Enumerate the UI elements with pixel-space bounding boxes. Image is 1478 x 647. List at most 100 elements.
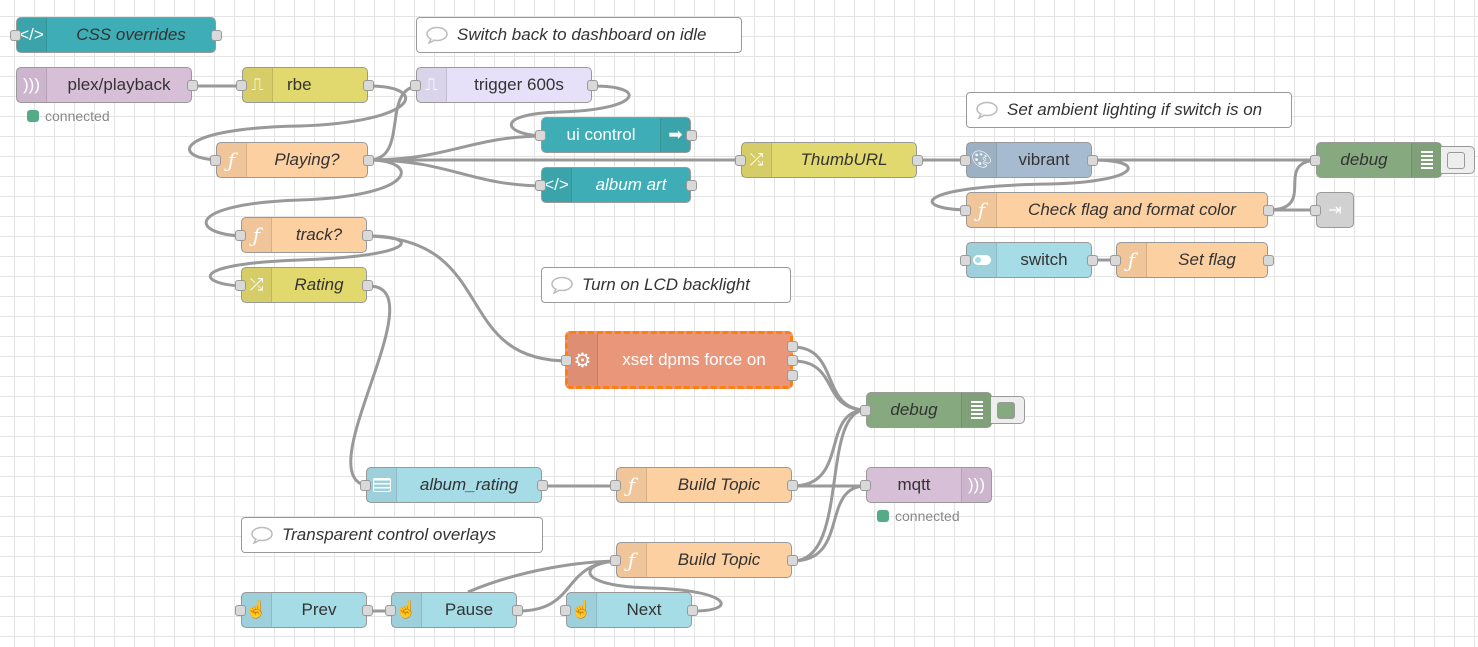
debug-toggle-button[interactable] xyxy=(991,396,1025,424)
output-port[interactable] xyxy=(512,605,523,616)
mqtt-out-node[interactable]: mqtt ))) xyxy=(866,467,992,503)
css-overrides-node[interactable]: </> CSS overrides xyxy=(16,17,216,53)
node-label: Playing? xyxy=(274,150,340,169)
input-port[interactable] xyxy=(210,155,221,166)
debug-node-top[interactable]: debug xyxy=(1316,142,1442,178)
input-port[interactable] xyxy=(385,605,396,616)
output-port[interactable] xyxy=(587,80,598,91)
output-port[interactable] xyxy=(686,180,697,191)
rbe-icon: ⎍ xyxy=(243,68,273,102)
output-port[interactable] xyxy=(686,130,697,141)
pause-button-node[interactable]: ☝ Pause xyxy=(391,592,517,628)
comment-ambient[interactable]: Set ambient lighting if switch is on xyxy=(966,92,1292,128)
album-art-node[interactable]: </> album art xyxy=(541,167,691,203)
xset-exec-node[interactable]: ⚙ xset dpms force on xyxy=(565,331,793,389)
input-port[interactable] xyxy=(410,80,421,91)
comment-icon xyxy=(542,276,582,294)
output-port[interactable] xyxy=(1087,255,1098,266)
vibrant-node[interactable]: 🎨︎ vibrant xyxy=(966,142,1092,178)
plex-status: connected xyxy=(27,108,110,124)
input-port[interactable] xyxy=(360,480,371,491)
set-flag-function-node[interactable]: ƒ Set flag xyxy=(1116,242,1268,278)
input-port[interactable] xyxy=(960,205,971,216)
trigger-node[interactable]: ⎍ trigger 600s xyxy=(416,67,592,103)
input-port[interactable] xyxy=(960,155,971,166)
output-port-2[interactable] xyxy=(787,355,798,366)
node-label: switch xyxy=(1020,250,1068,269)
input-port[interactable] xyxy=(860,405,871,416)
status-dot xyxy=(27,110,39,122)
rating-change-node[interactable]: ⤮ Rating xyxy=(241,267,367,303)
input-port[interactable] xyxy=(235,280,246,291)
output-port[interactable] xyxy=(187,80,198,91)
output-port-3[interactable] xyxy=(787,370,798,381)
shuffle-icon: ⤮ xyxy=(742,143,772,177)
track-function-node[interactable]: ƒ track? xyxy=(241,217,367,253)
input-port[interactable] xyxy=(235,605,246,616)
input-port[interactable] xyxy=(535,180,546,191)
debug-toggle-button[interactable] xyxy=(1441,146,1475,174)
output-port[interactable] xyxy=(362,605,373,616)
input-port[interactable] xyxy=(1110,255,1121,266)
output-port[interactable] xyxy=(211,30,222,41)
output-port[interactable] xyxy=(1263,255,1274,266)
prev-button-node[interactable]: ☝ Prev xyxy=(241,592,367,628)
node-label: trigger 600s xyxy=(474,75,564,94)
output-port[interactable] xyxy=(1263,205,1274,216)
debug-node-bottom[interactable]: debug xyxy=(866,392,992,428)
build-topic-function-node-1[interactable]: ƒ Build Topic xyxy=(616,467,792,503)
output-port[interactable] xyxy=(787,555,798,566)
text-list-icon xyxy=(367,468,397,502)
wire xyxy=(792,359,867,412)
rbe-node[interactable]: ⎍ rbe xyxy=(242,67,368,103)
input-port[interactable] xyxy=(561,355,572,366)
comment-text: Set ambient lighting if switch is on xyxy=(1007,100,1263,119)
output-port[interactable] xyxy=(363,155,374,166)
comment-idle[interactable]: Switch back to dashboard on idle xyxy=(416,17,742,53)
comment-overlays[interactable]: Transparent control overlays xyxy=(241,517,543,553)
output-port[interactable] xyxy=(363,80,374,91)
output-port[interactable] xyxy=(687,605,698,616)
trigger-icon: ⎍ xyxy=(417,68,447,102)
output-port-1[interactable] xyxy=(787,341,798,352)
output-port[interactable] xyxy=(362,230,373,241)
comment-text: Switch back to dashboard on idle xyxy=(457,25,707,44)
input-port[interactable] xyxy=(610,480,621,491)
status-text: connected xyxy=(45,108,110,124)
node-label: Prev xyxy=(301,600,337,619)
node-label: Set flag xyxy=(1178,250,1236,269)
output-port[interactable] xyxy=(362,280,373,291)
ui-control-node[interactable]: ui control ➡ xyxy=(541,117,691,153)
comment-text: Transparent control overlays xyxy=(282,525,497,544)
input-port[interactable] xyxy=(235,230,246,241)
input-port[interactable] xyxy=(610,555,621,566)
input-port[interactable] xyxy=(1310,155,1321,166)
thumburl-change-node[interactable]: ⤮ ThumbURL xyxy=(741,142,917,178)
output-port[interactable] xyxy=(787,480,798,491)
input-port[interactable] xyxy=(236,80,247,91)
input-port[interactable] xyxy=(860,480,871,491)
comment-icon xyxy=(242,526,282,544)
input-port[interactable] xyxy=(10,30,21,41)
comment-lcd[interactable]: Turn on LCD backlight xyxy=(541,267,791,303)
node-label: Build Topic xyxy=(677,475,761,494)
link-out-node[interactable]: ⇥ xyxy=(1316,192,1354,228)
plex-playback-node[interactable]: ))) plex/playback xyxy=(16,67,192,103)
input-port[interactable] xyxy=(1310,205,1321,216)
input-port[interactable] xyxy=(535,130,546,141)
album-rating-node[interactable]: album_rating xyxy=(366,467,542,503)
playing-function-node[interactable]: ƒ Playing? xyxy=(216,142,368,178)
output-port[interactable] xyxy=(912,155,923,166)
check-flag-function-node[interactable]: ƒ Check flag and format color xyxy=(966,192,1268,228)
node-label: Build Topic xyxy=(677,550,761,569)
input-port[interactable] xyxy=(560,605,571,616)
function-icon: ƒ xyxy=(617,468,647,502)
switch-node[interactable]: switch xyxy=(966,242,1092,278)
output-port[interactable] xyxy=(1087,155,1098,166)
next-button-node[interactable]: ☝ Next xyxy=(566,592,692,628)
input-port[interactable] xyxy=(735,155,746,166)
input-port[interactable] xyxy=(960,255,971,266)
mqtt-status: connected xyxy=(877,508,960,524)
build-topic-function-node-2[interactable]: ƒ Build Topic xyxy=(616,542,792,578)
output-port[interactable] xyxy=(537,480,548,491)
